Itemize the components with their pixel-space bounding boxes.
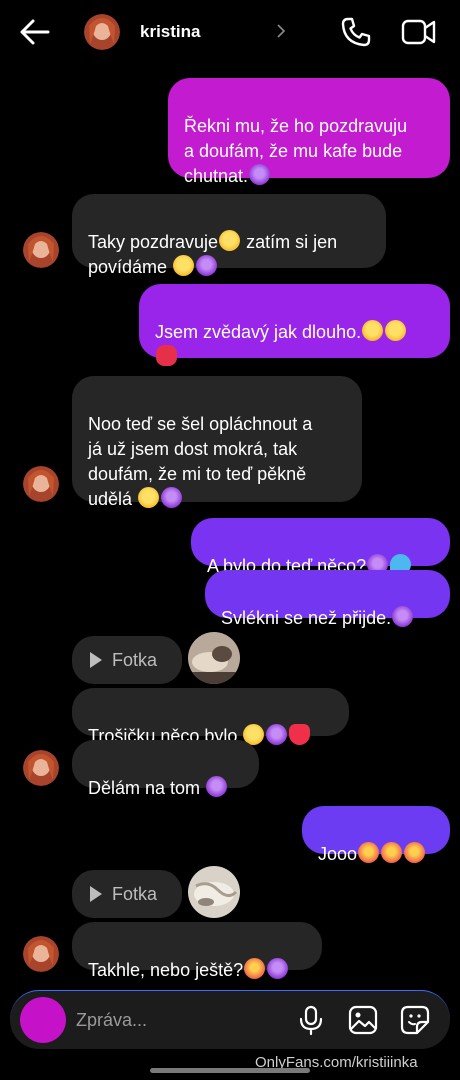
message-text: Jsem zvědavý jak dlouho. xyxy=(155,322,362,342)
message-text: Svlékni se než přijde. xyxy=(221,608,392,628)
message-composer: Zpráva... xyxy=(10,990,450,1049)
incoming-message[interactable]: Dělám na tom xyxy=(72,740,259,798)
smirk-emoji xyxy=(173,255,195,276)
hot-face-emoji xyxy=(244,958,266,979)
message-text: Taky pozdravuje xyxy=(88,232,219,252)
microphone-icon[interactable] xyxy=(296,1005,326,1035)
outgoing-message[interactable]: Jsem zvědavý jak dlouho. xyxy=(139,284,450,366)
back-arrow-icon[interactable] xyxy=(18,16,52,48)
incoming-message[interactable]: Trošičku něco bylo xyxy=(72,688,349,746)
outgoing-message[interactable]: A bylo do teď něco? xyxy=(191,518,450,576)
smiling-devil-emoji xyxy=(206,776,228,797)
outgoing-message[interactable]: Jooo xyxy=(302,806,450,864)
smiling-devil-emoji xyxy=(266,724,288,745)
contact-avatar[interactable] xyxy=(23,750,59,786)
camera-icon[interactable] xyxy=(20,997,66,1043)
play-icon xyxy=(90,886,102,902)
grin-emoji xyxy=(385,320,407,341)
incoming-message[interactable]: Takhle, nebo ještě? xyxy=(72,922,322,980)
sticker-icon[interactable] xyxy=(400,1005,430,1035)
red-heart-emoji xyxy=(289,724,311,745)
contact-avatar[interactable] xyxy=(23,936,59,972)
smiling-devil-emoji xyxy=(196,255,218,276)
play-icon xyxy=(90,652,102,668)
smiling-devil-emoji xyxy=(249,164,271,185)
photo-thumbnail[interactable] xyxy=(188,866,240,918)
outgoing-message[interactable]: Řekni mu, že ho pozdravuju a doufám, že … xyxy=(168,78,450,186)
smiling-devil-emoji xyxy=(267,958,289,979)
incoming-message[interactable]: Noo teď se šel opláchnout a já už jsem d… xyxy=(72,376,362,509)
contact-name[interactable]: kristina xyxy=(140,22,200,42)
photo-thumbnail[interactable] xyxy=(188,632,240,684)
home-indicator[interactable] xyxy=(150,1068,310,1073)
contact-avatar[interactable] xyxy=(84,14,120,50)
message-text: Noo teď se šel opláchnout a já už jsem d… xyxy=(88,414,313,509)
photo-message-reply[interactable]: Fotka xyxy=(72,636,182,684)
message-text: Dělám na tom xyxy=(88,778,206,798)
smiling-devil-emoji xyxy=(161,487,183,508)
contact-avatar[interactable] xyxy=(23,466,59,502)
photo-message-reply[interactable]: Fotka xyxy=(72,870,182,918)
message-text: Řekni mu, že ho pozdravuju a doufám, že … xyxy=(184,116,408,186)
kiss-lips-emoji xyxy=(156,345,177,366)
outgoing-message[interactable]: Svlékni se než přijde. xyxy=(205,570,450,628)
hot-face-emoji xyxy=(404,842,426,863)
phone-icon[interactable] xyxy=(340,16,372,48)
chevron-right-icon[interactable] xyxy=(274,20,288,42)
hot-face-emoji xyxy=(358,842,380,863)
smiling-devil-emoji xyxy=(392,606,414,627)
video-icon[interactable] xyxy=(400,16,438,48)
smirk-emoji xyxy=(138,487,160,508)
incoming-message[interactable]: Taky pozdravuje zatím si jen povídáme xyxy=(72,194,386,277)
photo-label: Fotka xyxy=(112,649,158,670)
image-icon[interactable] xyxy=(348,1005,378,1035)
smirk-emoji xyxy=(219,230,241,251)
message-text: Takhle, nebo ještě? xyxy=(88,960,244,980)
photo-label: Fotka xyxy=(112,883,158,904)
message-text: Jooo xyxy=(318,844,358,864)
squinting-tongue-emoji xyxy=(362,320,384,341)
chat-header: kristina xyxy=(0,0,460,64)
message-input[interactable]: Zpráva... xyxy=(76,1010,147,1031)
contact-avatar[interactable] xyxy=(23,232,59,268)
hot-face-emoji xyxy=(381,842,403,863)
